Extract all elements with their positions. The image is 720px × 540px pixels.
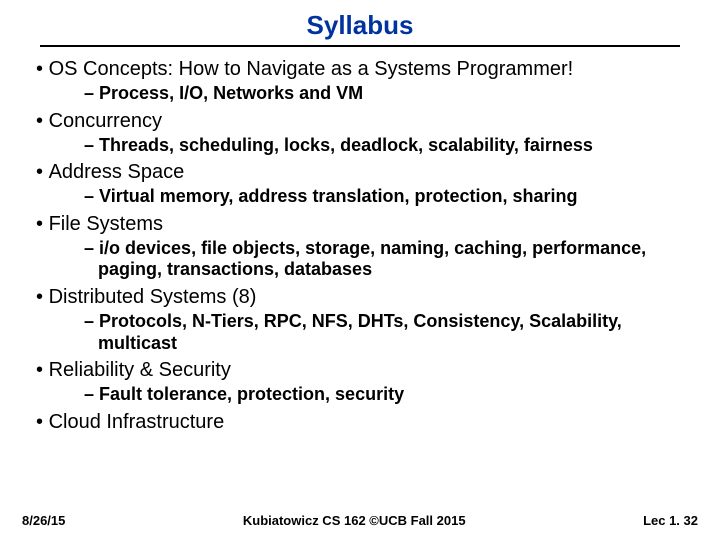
footer-date: 8/26/15 <box>22 513 65 528</box>
bullet-level-1: Reliability & Security <box>28 358 692 383</box>
bullet-level-1: Cloud Infrastructure <box>28 410 692 435</box>
bullet-level-2: Virtual memory, address translation, pro… <box>28 186 692 208</box>
bullet-level-1: Address Space <box>28 160 692 185</box>
slide-body: OS Concepts: How to Navigate as a System… <box>20 57 700 435</box>
bullet-level-1: Concurrency <box>28 109 692 134</box>
bullet-level-2: Threads, scheduling, locks, deadlock, sc… <box>28 135 692 157</box>
bullet-level-2: Protocols, N-Tiers, RPC, NFS, DHTs, Cons… <box>28 311 692 354</box>
slide-title: Syllabus <box>20 10 700 45</box>
bullet-level-1: File Systems <box>28 212 692 237</box>
bullet-level-1: OS Concepts: How to Navigate as a System… <box>28 57 692 82</box>
footer-course: Kubiatowicz CS 162 ©UCB Fall 2015 <box>65 513 643 528</box>
bullet-level-2: i/o devices, file objects, storage, nami… <box>28 238 692 281</box>
slide-footer: 8/26/15 Kubiatowicz CS 162 ©UCB Fall 201… <box>0 513 720 528</box>
footer-page: Lec 1. 32 <box>643 513 698 528</box>
bullet-level-1: Distributed Systems (8) <box>28 285 692 310</box>
bullet-level-2: Process, I/O, Networks and VM <box>28 83 692 105</box>
title-underline <box>40 45 680 47</box>
bullet-level-2: Fault tolerance, protection, security <box>28 384 692 406</box>
